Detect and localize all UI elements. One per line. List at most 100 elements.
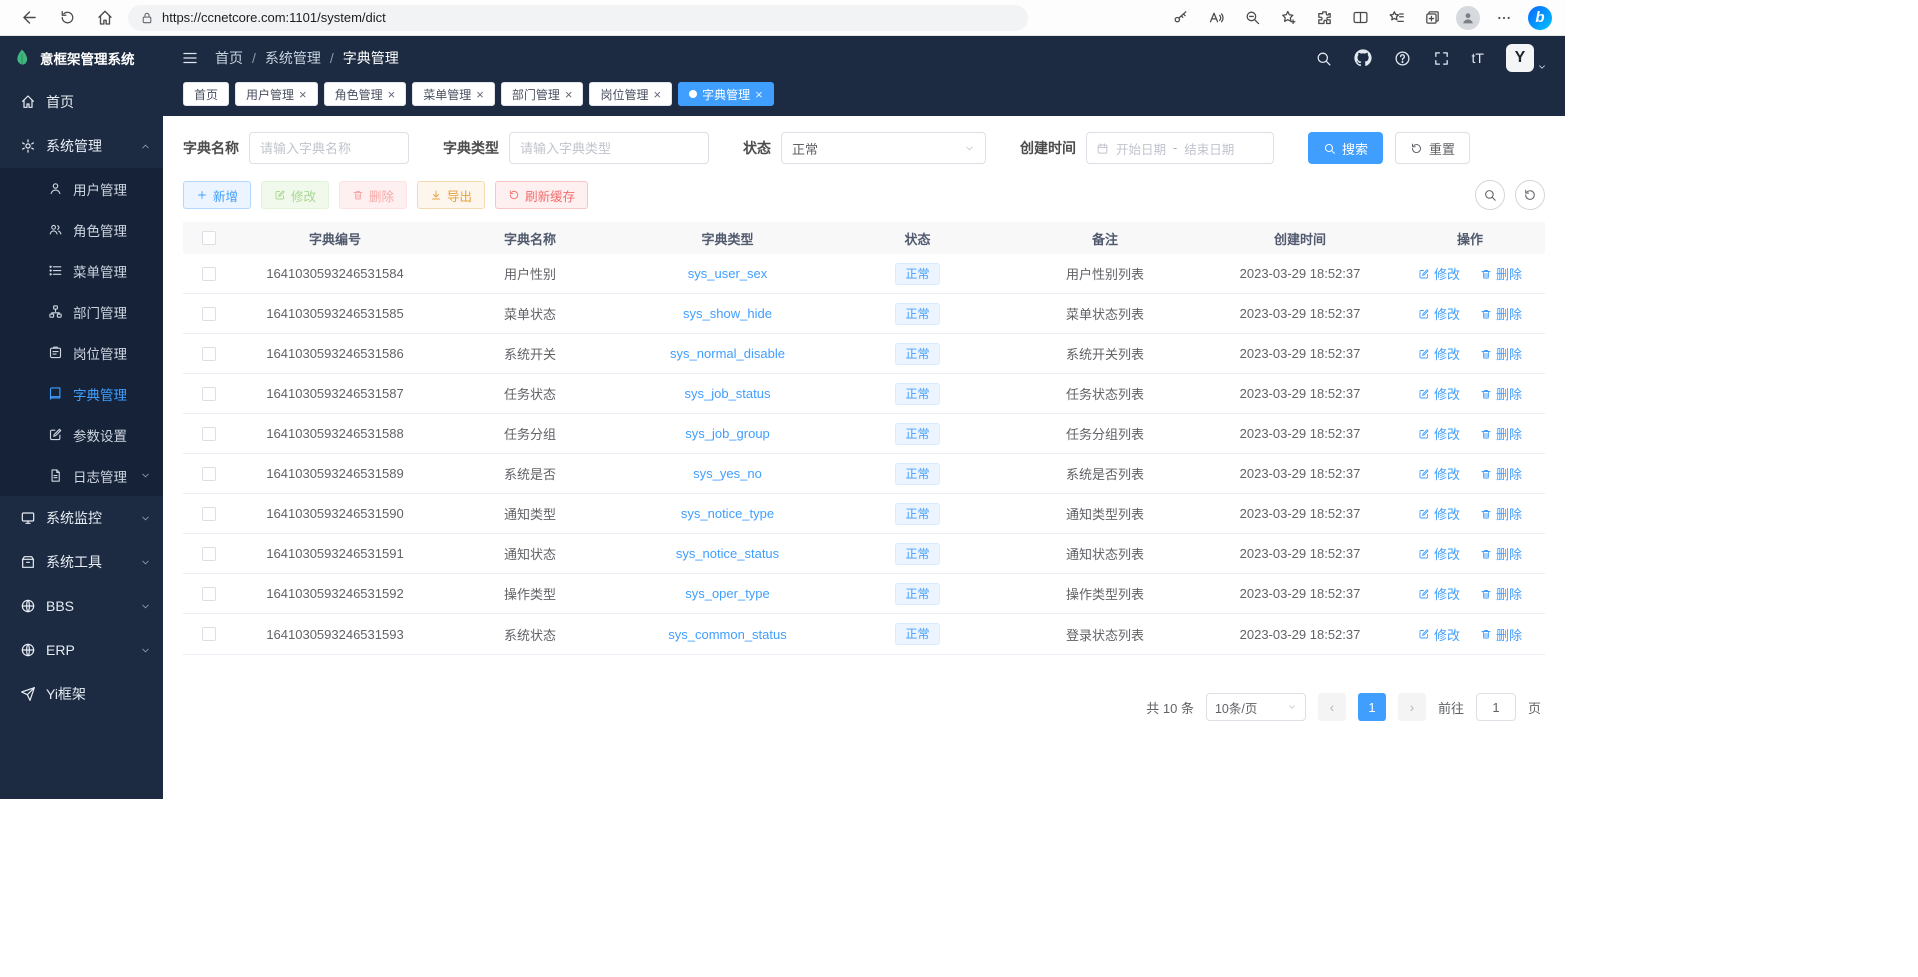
extensions-icon[interactable] xyxy=(1309,4,1339,32)
refresh-icon[interactable] xyxy=(52,4,82,32)
sidebar-item-logs[interactable]: 日志管理 xyxy=(0,455,163,496)
sidebar-item-erp[interactable]: ERP xyxy=(0,628,163,672)
delete-button[interactable]: 删除 xyxy=(339,181,407,209)
sidebar-item-params[interactable]: 参数设置 xyxy=(0,414,163,455)
row-delete-link[interactable]: 删除 xyxy=(1480,304,1522,323)
row-delete-link[interactable]: 删除 xyxy=(1480,264,1522,283)
collections-icon[interactable] xyxy=(1417,4,1447,32)
row-delete-link[interactable]: 删除 xyxy=(1480,544,1522,563)
export-button[interactable]: 导出 xyxy=(417,181,485,209)
row-delete-link[interactable]: 删除 xyxy=(1480,424,1522,443)
sidebar-item-home[interactable]: 首页 xyxy=(0,80,163,124)
back-icon[interactable] xyxy=(14,4,44,32)
row-checkbox[interactable] xyxy=(202,547,216,561)
row-edit-link[interactable]: 修改 xyxy=(1418,344,1460,363)
reset-button[interactable]: 重置 xyxy=(1395,132,1470,164)
row-delete-link[interactable]: 删除 xyxy=(1480,504,1522,523)
row-edit-link[interactable]: 修改 xyxy=(1418,584,1460,603)
address-bar[interactable]: https://ccnetcore.com:1101/system/dict xyxy=(128,5,1028,31)
row-checkbox[interactable] xyxy=(202,467,216,481)
fullscreen-icon[interactable] xyxy=(1433,50,1450,67)
breadcrumb-home[interactable]: 首页 xyxy=(215,48,243,68)
breadcrumb-system[interactable]: 系统管理 xyxy=(265,48,321,68)
row-checkbox[interactable] xyxy=(202,267,216,281)
sidebar-item-menus[interactable]: 菜单管理 xyxy=(0,250,163,291)
current-page[interactable]: 1 xyxy=(1358,693,1386,721)
dict-type-link[interactable]: sys_oper_type xyxy=(685,586,770,601)
profile-avatar[interactable] xyxy=(1453,4,1483,32)
page-tab[interactable]: 角色管理 × xyxy=(324,82,407,106)
password-key-icon[interactable] xyxy=(1165,4,1195,32)
bing-chat-icon[interactable]: b xyxy=(1525,4,1555,32)
app-logo[interactable]: 意框架管理系统 xyxy=(0,36,163,80)
row-delete-link[interactable]: 删除 xyxy=(1480,464,1522,483)
row-delete-link[interactable]: 删除 xyxy=(1480,584,1522,603)
tab-close-icon[interactable]: × xyxy=(565,88,573,101)
tab-close-icon[interactable]: × xyxy=(755,88,763,101)
row-checkbox[interactable] xyxy=(202,387,216,401)
zoom-out-icon[interactable] xyxy=(1237,4,1267,32)
row-delete-link[interactable]: 删除 xyxy=(1480,625,1522,644)
sidebar-item-dict[interactable]: 字典管理 xyxy=(0,373,163,414)
row-checkbox[interactable] xyxy=(202,587,216,601)
row-edit-link[interactable]: 修改 xyxy=(1418,264,1460,283)
search-button[interactable]: 搜索 xyxy=(1308,132,1383,164)
page-tab[interactable]: 部门管理 × xyxy=(501,82,584,106)
toggle-search-button[interactable] xyxy=(1475,180,1505,210)
dict-type-link[interactable]: sys_job_status xyxy=(685,386,771,401)
dict-type-link[interactable]: sys_yes_no xyxy=(693,466,762,481)
date-range-picker[interactable]: 开始日期 - 结束日期 xyxy=(1086,132,1274,164)
sidebar-item-yi[interactable]: Yi框架 xyxy=(0,672,163,716)
sidebar-item-system[interactable]: 系统管理 xyxy=(0,124,163,168)
select-all-checkbox[interactable] xyxy=(202,231,216,245)
sidebar-item-departments[interactable]: 部门管理 xyxy=(0,291,163,332)
home-icon[interactable] xyxy=(90,4,120,32)
row-edit-link[interactable]: 修改 xyxy=(1418,424,1460,443)
row-checkbox[interactable] xyxy=(202,347,216,361)
row-edit-link[interactable]: 修改 xyxy=(1418,304,1460,323)
sidebar-item-users[interactable]: 用户管理 xyxy=(0,168,163,209)
dict-type-link[interactable]: sys_job_group xyxy=(685,426,770,441)
row-delete-link[interactable]: 删除 xyxy=(1480,344,1522,363)
tab-close-icon[interactable]: × xyxy=(653,88,661,101)
page-tab[interactable]: 首页 × xyxy=(183,82,229,106)
page-tab[interactable]: 用户管理 × xyxy=(235,82,318,106)
page-tab[interactable]: 字典管理 × xyxy=(678,82,774,106)
dict-type-link[interactable]: sys_notice_type xyxy=(681,506,774,521)
row-edit-link[interactable]: 修改 xyxy=(1418,504,1460,523)
row-checkbox[interactable] xyxy=(202,627,216,641)
dict-type-link[interactable]: sys_notice_status xyxy=(676,546,779,561)
row-edit-link[interactable]: 修改 xyxy=(1418,384,1460,403)
add-button[interactable]: 新增 xyxy=(183,181,251,209)
status-select[interactable]: 正常 xyxy=(781,132,986,164)
favorite-star-icon[interactable] xyxy=(1273,4,1303,32)
page-tab[interactable]: 菜单管理 × xyxy=(412,82,495,106)
site-info-lock-icon[interactable] xyxy=(140,11,154,25)
row-checkbox[interactable] xyxy=(202,427,216,441)
row-checkbox[interactable] xyxy=(202,307,216,321)
goto-page-input[interactable] xyxy=(1476,693,1516,721)
row-edit-link[interactable]: 修改 xyxy=(1418,544,1460,563)
row-delete-link[interactable]: 删除 xyxy=(1480,384,1522,403)
refresh-table-button[interactable] xyxy=(1515,180,1545,210)
browser-menu-icon[interactable] xyxy=(1489,4,1519,32)
help-icon[interactable] xyxy=(1394,50,1411,67)
page-size-select[interactable]: 10条/页 xyxy=(1206,693,1306,721)
page-tab[interactable]: 岗位管理 × xyxy=(589,82,672,106)
favorites-bar-icon[interactable] xyxy=(1381,4,1411,32)
tab-close-icon[interactable]: × xyxy=(476,88,484,101)
sidebar-item-bbs[interactable]: BBS xyxy=(0,584,163,628)
user-avatar-menu[interactable]: Y xyxy=(1506,44,1547,72)
sidebar-item-roles[interactable]: 角色管理 xyxy=(0,209,163,250)
sidebar-item-monitor[interactable]: 系统监控 xyxy=(0,496,163,540)
prev-page-button[interactable]: ‹ xyxy=(1318,693,1346,721)
dict-type-link[interactable]: sys_common_status xyxy=(668,627,787,642)
dict-name-input[interactable] xyxy=(249,132,409,164)
dict-type-input[interactable] xyxy=(509,132,709,164)
text-size-icon[interactable]: tT xyxy=(1472,50,1484,66)
url-text[interactable]: https://ccnetcore.com:1101/system/dict xyxy=(162,10,386,25)
sidebar-item-posts[interactable]: 岗位管理 xyxy=(0,332,163,373)
sidebar-item-tools[interactable]: 系统工具 xyxy=(0,540,163,584)
tab-close-icon[interactable]: × xyxy=(299,88,307,101)
header-search-icon[interactable] xyxy=(1315,50,1332,67)
